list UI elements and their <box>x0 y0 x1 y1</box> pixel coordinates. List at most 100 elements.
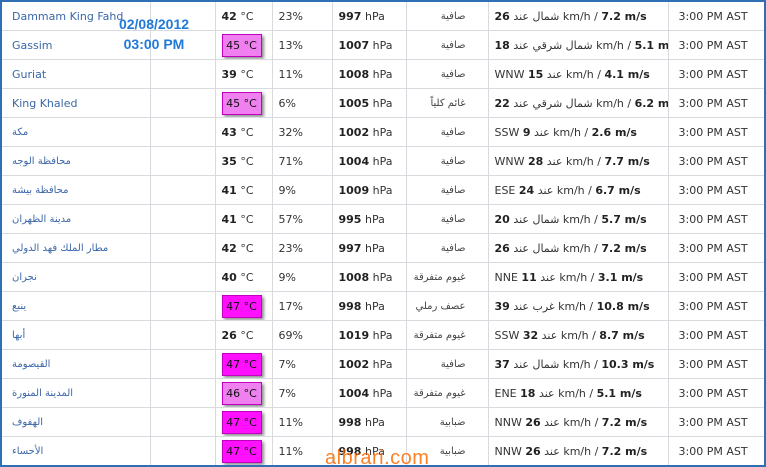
pressure-value: 1008 <box>338 270 370 284</box>
wind-direction: SSW <box>494 328 520 342</box>
station-link[interactable]: نجران <box>2 262 151 292</box>
condition-cell: غيوم متفرقة <box>406 320 489 350</box>
station-name[interactable]: ينبع <box>12 301 26 312</box>
table-row: المدينة المنورة 46 °C 7% 1004 hPa غيوم متفرق… <box>2 378 764 408</box>
temp-value: 41 <box>221 183 237 197</box>
empty-cell <box>150 262 216 292</box>
station-link[interactable]: المدينة المنورة <box>2 378 151 408</box>
table-row: القيصومة 47 °C 7% 1002 hPa صافية 37 شمال عند … <box>2 349 764 379</box>
humidity-cell: 13% <box>272 30 333 60</box>
condition-text: غيوم متفرقة <box>413 329 466 341</box>
time-cell: 3:00 PM AST <box>668 59 764 89</box>
condition-text: صافية <box>440 184 466 196</box>
condition-text: غائم كلياً <box>430 97 466 109</box>
condition-text: صافية <box>440 39 466 51</box>
wind-text: عند km/h / <box>534 125 589 139</box>
temperature-cell: 47 °C <box>215 407 273 437</box>
wind-ms: 5.1 m/s <box>634 38 667 52</box>
heat-highlight: 45 °C <box>221 91 262 115</box>
condition-cell: صافية <box>406 117 489 147</box>
station-name[interactable]: القيصومة <box>12 359 50 370</box>
heat-highlight: 47 °C <box>221 439 262 463</box>
wind-text: شمال شرقي عند km/h / <box>513 96 632 110</box>
pressure-unit: hPa <box>372 386 393 400</box>
station-link[interactable]: مدينة الظهران <box>2 204 151 234</box>
condition-cell: غائم كلياً <box>406 88 489 118</box>
wind-text: شمال عند km/h / <box>513 9 598 23</box>
pressure-value: 1002 <box>338 357 370 371</box>
condition-cell: صافية <box>406 233 489 263</box>
temp-unit: °C <box>243 386 257 400</box>
wind-cell: WNW 15 عند km/h / 4.1 m/s <box>488 59 669 89</box>
condition-cell: غيوم متفرقة <box>406 378 489 408</box>
table-row: Guriat 39 °C 11% 1008 hPa صافية WNW 15 عند km… <box>2 59 764 89</box>
wind-text: عند km/h / <box>537 183 592 197</box>
pressure-unit: hPa <box>372 96 393 110</box>
station-link[interactable]: Guriat <box>2 59 151 89</box>
station-name[interactable]: King Khaled <box>12 97 77 110</box>
station-link[interactable]: محافظة الوجه <box>2 146 151 176</box>
temp-unit: °C <box>240 241 254 255</box>
station-link[interactable]: مكة <box>2 117 151 147</box>
wind-direction: NNW <box>494 444 522 458</box>
observation-time: 3:00 PM AST <box>678 270 748 284</box>
humidity-value: 9% <box>278 270 296 284</box>
station-link[interactable]: الهفوف <box>2 407 151 437</box>
heat-highlight: 46 °C <box>221 381 262 405</box>
date-overlay: 02/08/2012 03:00 PM <box>114 14 194 54</box>
station-link[interactable]: الأحساء <box>2 436 151 465</box>
pressure-cell: 995 hPa <box>332 204 407 234</box>
humidity-cell: 11% <box>272 59 333 89</box>
wind-direction: ESE <box>494 183 516 197</box>
wind-cell: ESE 24 عند km/h / 6.7 m/s <box>488 175 669 205</box>
table-row: محافظة الوجه 35 °C 71% 1004 hPa صافية WNW 28 … <box>2 146 764 176</box>
condition-cell: صافية <box>406 204 489 234</box>
condition-cell: صافية <box>406 146 489 176</box>
temp-value: 47 <box>226 299 241 313</box>
station-name[interactable]: مكة <box>12 127 28 138</box>
humidity-value: 17% <box>278 299 303 313</box>
wind-speed: 26 <box>525 415 541 429</box>
station-name[interactable]: مطار الملك فهد الدولي <box>12 243 108 254</box>
observation-time: 3:00 PM AST <box>678 125 748 139</box>
weather-table: Dammam King Fahd 42 °C 23% 997 hPa صافية 26 ش… <box>2 2 764 465</box>
temperature-cell: 26 °C <box>215 320 273 350</box>
humidity-cell: 23% <box>272 2 333 31</box>
station-link[interactable]: محافظة بيشة <box>2 175 151 205</box>
station-name[interactable]: مدينة الظهران <box>12 214 71 225</box>
station-link[interactable]: القيصومة <box>2 349 151 379</box>
table-row: King Khaled 45 °C 6% 1005 hPa غائم كلياً 22 ش… <box>2 88 764 118</box>
station-name[interactable]: نجران <box>12 272 37 283</box>
temperature-cell: 35 °C <box>215 146 273 176</box>
wind-cell: 37 شمال عند km/h / 10.3 m/s <box>488 349 669 379</box>
station-link[interactable]: ينبع <box>2 291 151 321</box>
station-name[interactable]: أبها <box>12 330 25 341</box>
station-name[interactable]: محافظة بيشة <box>12 185 68 196</box>
pressure-cell: 1004 hPa <box>332 146 407 176</box>
station-link[interactable]: أبها <box>2 320 151 350</box>
wind-speed: 20 <box>494 212 510 226</box>
station-link[interactable]: مطار الملك فهد الدولي <box>2 233 151 263</box>
temp-unit: °C <box>240 328 254 342</box>
wind-direction: ENE <box>494 386 517 400</box>
wind-direction: NNW <box>494 415 522 429</box>
time-cell: 3:00 PM AST <box>668 233 764 263</box>
temp-value: 42 <box>221 241 237 255</box>
pressure-unit: hPa <box>372 125 393 139</box>
observation-time: 3:00 PM AST <box>678 212 748 226</box>
wind-text: عند km/h / <box>546 154 601 168</box>
time-cell: 3:00 PM AST <box>668 2 764 31</box>
station-name[interactable]: الأحساء <box>12 446 43 457</box>
temp-unit: °C <box>240 9 254 23</box>
station-name[interactable]: Guriat <box>12 68 46 81</box>
station-name[interactable]: Gassim <box>12 39 53 52</box>
station-name[interactable]: محافظة الوجه <box>12 156 71 167</box>
station-name[interactable]: الهفوف <box>12 417 43 428</box>
temp-value: 47 <box>226 357 241 371</box>
temp-value: 46 <box>226 386 241 400</box>
pressure-value: 998 <box>338 415 362 429</box>
station-link[interactable]: King Khaled <box>2 88 151 118</box>
station-name[interactable]: Dammam King Fahd <box>12 10 123 23</box>
pressure-value: 1004 <box>338 154 370 168</box>
station-name[interactable]: المدينة المنورة <box>12 388 73 399</box>
